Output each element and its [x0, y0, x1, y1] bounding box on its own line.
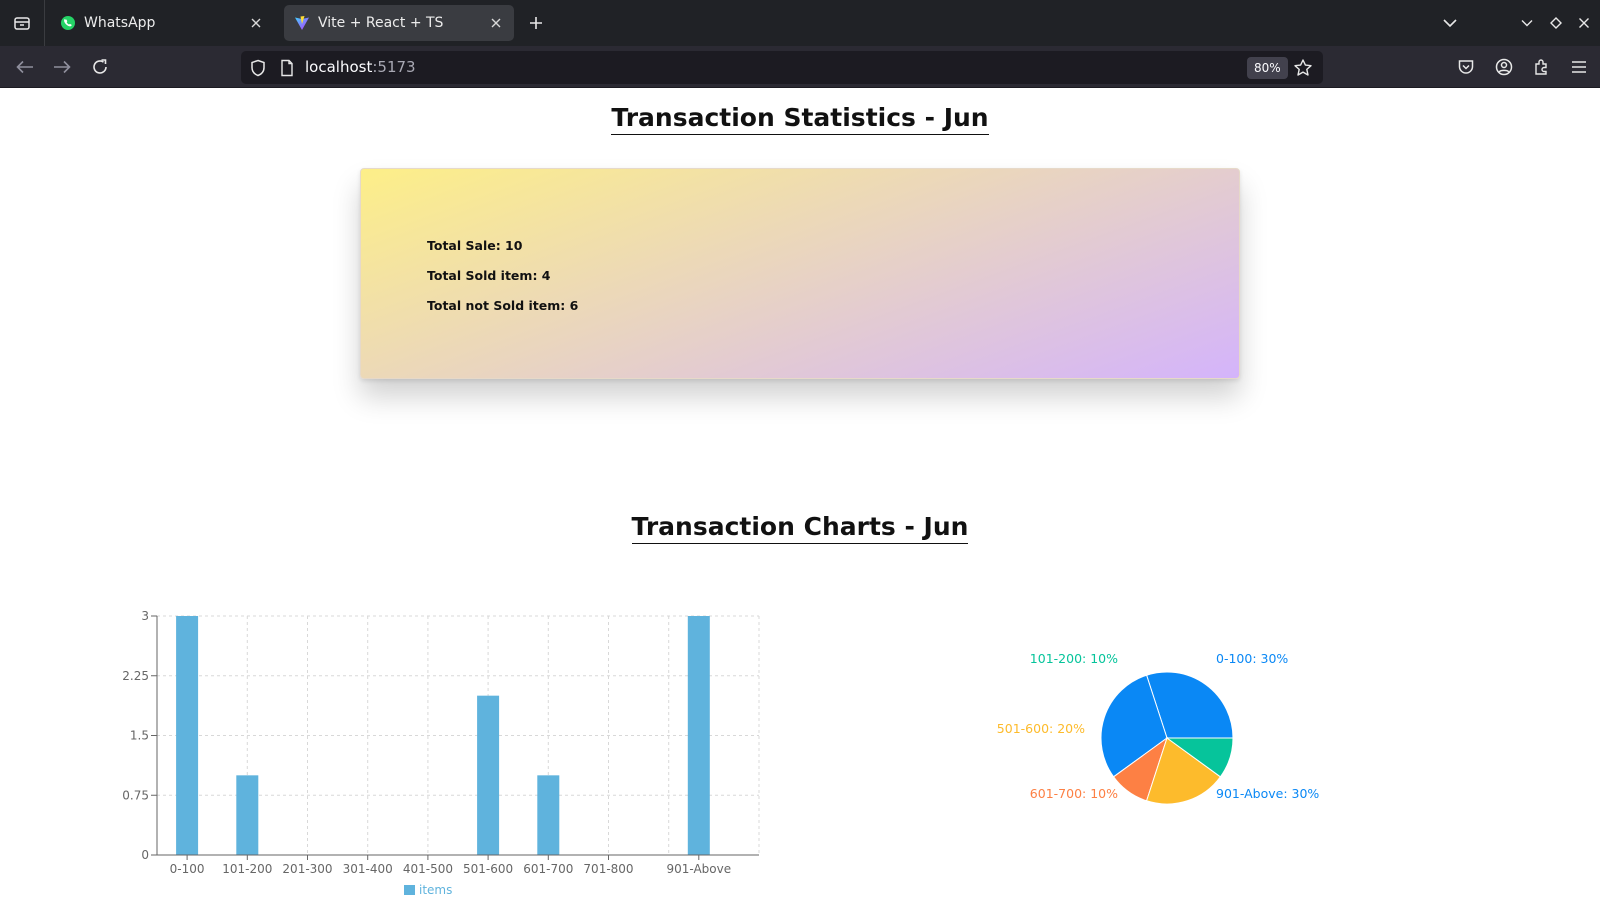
x-tick-label: 701-800 [583, 862, 633, 876]
x-tick-label: 301-400 [343, 862, 393, 876]
vite-icon [294, 15, 310, 31]
address-bar[interactable]: localhost:5173 80% [241, 51, 1323, 84]
x-tick-label: 401-500 [403, 862, 453, 876]
statistics-title: Transaction Statistics - Jun [611, 103, 989, 135]
charts-heading-container: Transaction Charts - Jun [0, 512, 1600, 544]
statistics-card: Total Sale: 10 Total Sold item: 4 Total … [360, 168, 1240, 379]
x-tick-label: 101-200 [222, 862, 272, 876]
legend-label: items [419, 883, 452, 897]
pie-label: 901-Above: 30% [1216, 786, 1319, 801]
extensions-icon[interactable] [1530, 55, 1554, 79]
tab-vite-react-ts[interactable]: Vite + React + TS [284, 5, 514, 41]
pie-label: 501-600: 20% [997, 721, 1085, 736]
bar-chart: 0 0.75 1.5 2.25 3 0-100 101-200 201-300 301-400 4… [122, 609, 760, 897]
browser-tab-bar: WhatsApp Vite + React + TS [0, 0, 1600, 46]
close-tab-icon[interactable] [248, 15, 264, 31]
statistics-heading-container: Transaction Statistics - Jun [0, 103, 1600, 135]
x-tick-label: 601-700 [523, 862, 573, 876]
pocket-icon[interactable] [1454, 55, 1478, 79]
y-tick-label: 1.5 [130, 729, 149, 743]
y-tick-label: 3 [141, 609, 149, 623]
bar-601-700 [537, 775, 560, 855]
total-not-sold-text: Total not Sold item: 6 [427, 298, 579, 313]
pie-label: 0-100: 30% [1216, 651, 1288, 666]
back-icon[interactable] [13, 55, 37, 79]
bar-101-200 [236, 775, 259, 855]
tab-divider [44, 0, 45, 46]
x-tick-label: 0-100 [170, 862, 205, 876]
total-sale-text: Total Sale: 10 [427, 238, 523, 253]
url-host: localhost [305, 58, 373, 76]
tab-label: Vite + React + TS [318, 15, 444, 31]
pie-chart: 0-100: 30% 901-Above: 30% 601-700: 10% 501-… [997, 651, 1319, 805]
url-port: :5173 [372, 58, 416, 76]
maximize-window-icon[interactable] [1545, 12, 1567, 34]
close-window-icon[interactable] [1573, 12, 1595, 34]
zoom-level-badge[interactable]: 80% [1247, 57, 1288, 79]
list-all-tabs-icon[interactable] [1439, 12, 1461, 34]
new-tab-icon[interactable] [525, 12, 547, 34]
tracking-protection-shield-icon[interactable] [249, 59, 267, 77]
whatsapp-icon [60, 15, 76, 31]
browser-navigation-bar: localhost:5173 80% [0, 46, 1600, 88]
tab-label: WhatsApp [84, 15, 156, 31]
total-sold-text: Total Sold item: 4 [427, 268, 551, 283]
x-tick-label: 901-Above [666, 862, 731, 876]
forward-icon[interactable] [50, 55, 74, 79]
bar-901-Above [687, 616, 710, 855]
minimize-window-icon[interactable] [1516, 12, 1538, 34]
y-tick-label: 0 [141, 848, 149, 862]
page-info-icon[interactable] [279, 59, 295, 77]
pie-label: 601-700: 10% [1030, 786, 1118, 801]
reload-icon[interactable] [88, 55, 112, 79]
x-tick-label: 501-600 [463, 862, 513, 876]
y-tick-label: 2.25 [122, 669, 149, 683]
bar-501-600 [477, 695, 500, 855]
charts-title: Transaction Charts - Jun [631, 512, 969, 544]
bar-0-100 [176, 616, 199, 855]
legend-swatch [404, 885, 415, 895]
bookmark-star-icon[interactable] [1293, 58, 1313, 78]
pie-label: 101-200: 10% [1030, 651, 1118, 666]
account-icon[interactable] [1492, 55, 1516, 79]
url-text[interactable]: localhost:5173 [305, 58, 416, 76]
menu-icon[interactable] [1567, 55, 1591, 79]
tab-overview-icon[interactable] [8, 9, 36, 37]
close-tab-icon[interactable] [488, 15, 504, 31]
x-tick-label: 201-300 [282, 862, 332, 876]
tab-whatsapp[interactable]: WhatsApp [50, 5, 274, 41]
y-tick-label: 0.75 [122, 788, 149, 802]
